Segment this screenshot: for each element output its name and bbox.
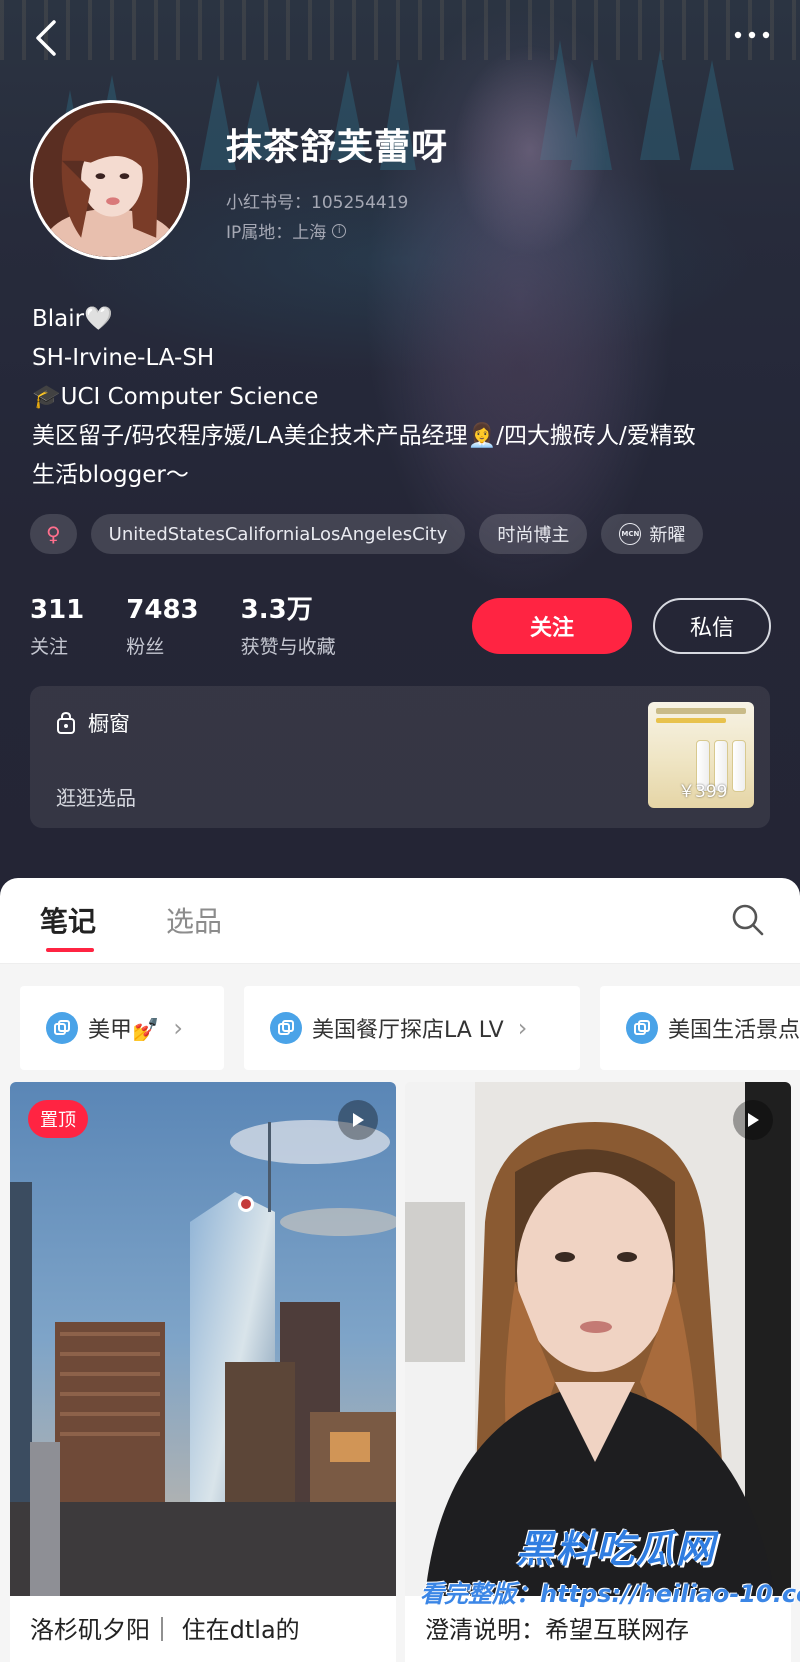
shopping-bag-icon	[57, 711, 75, 734]
active-tab-indicator	[46, 948, 94, 952]
search-icon	[732, 904, 764, 936]
ip-location-text: IP属地：上海	[226, 223, 327, 243]
category-tag[interactable]: 时尚博主	[479, 514, 588, 554]
stat-label: 关注	[30, 636, 69, 658]
note-card[interactable]: 澄清说明：希望互联网存	[405, 1082, 791, 1662]
collections-row: 美甲💅 › 美国餐厅探店LA LV › 美国生活景点	[0, 964, 800, 1082]
note-cover-image	[405, 1082, 791, 1596]
female-icon: ♀	[46, 522, 61, 546]
thumb-text	[656, 718, 726, 723]
mcn-tag-label: 新曜	[649, 525, 686, 546]
collection-label: 美国生活景点	[668, 1018, 800, 1043]
skyline-image	[10, 1082, 396, 1596]
search-button[interactable]	[730, 902, 766, 938]
tab-notes[interactable]: 笔记	[40, 900, 96, 940]
stat-value: 3.3万	[240, 595, 313, 625]
profile-stats: 311 关注 7483 粉丝 3.3万 获赞与收藏	[30, 594, 336, 659]
bio-line: SH-Irvine-LA-SH	[32, 345, 215, 371]
xhs-id: 小红书号：105254419	[226, 193, 409, 213]
stat-value: 311	[30, 595, 85, 625]
shop-window-card[interactable]: 橱窗 逛逛选品 ￥399	[30, 686, 770, 828]
stat-likes[interactable]: 3.3万 获赞与收藏	[241, 594, 336, 659]
content-tabs: 笔记 选品	[0, 878, 800, 964]
bio-line: 美区留子/码农程序媛/LA美企技术产品经理👩‍💼/四大搬砖人/爱精致	[32, 423, 696, 449]
chevron-right-icon: ›	[517, 1014, 528, 1042]
bio: Blair🤍 SH-Irvine-LA-SH 🎓UCI Computer Sci…	[32, 300, 772, 495]
username: 抹茶舒芙蕾呀	[226, 127, 449, 168]
note-card[interactable]: 置顶 洛杉矶夕阳｜ 住在dtla的	[10, 1082, 396, 1662]
notes-feed: 置顶 洛杉矶夕阳｜ 住在dtla的 澄清说明：希望互联网存	[0, 1082, 800, 1662]
portrait-image	[405, 1082, 791, 1596]
shop-subtitle: 逛逛选品	[56, 786, 136, 810]
bio-line: Blair🤍	[32, 306, 113, 332]
chevron-left-icon	[36, 20, 56, 56]
play-icon	[338, 1100, 378, 1140]
stat-following[interactable]: 311 关注	[30, 594, 84, 659]
shop-window-title: 橱窗	[56, 708, 130, 738]
collection-label: 美甲💅	[88, 1018, 160, 1043]
tab-select[interactable]: 选品	[166, 900, 222, 940]
mcn-tag[interactable]: MCN 新曜	[601, 514, 704, 554]
gender-tag: ♀	[30, 514, 77, 554]
note-cover-image	[10, 1082, 396, 1596]
product-bottle	[732, 740, 746, 792]
pinned-badge: 置顶	[28, 1100, 88, 1138]
follow-button[interactable]: 关注	[472, 598, 632, 654]
collection-item[interactable]: 美国餐厅探店LA LV ›	[244, 986, 580, 1070]
stat-value: 7483	[126, 595, 199, 625]
content-sheet: 笔记 选品 美甲💅 › 美国餐厅探店LA LV › 美国生活景点 置顶 洛杉矶夕…	[0, 878, 800, 1662]
avatar[interactable]	[30, 100, 190, 260]
location-tag-label: UnitedStatesCaliforniaLosAngelesCity	[108, 523, 448, 545]
bio-line: 🎓UCI Computer Science	[32, 384, 319, 410]
play-icon	[733, 1100, 773, 1140]
avatar-image	[33, 103, 187, 257]
product-price: ￥399	[678, 782, 728, 802]
bio-line: 生活blogger～	[32, 462, 189, 488]
note-title: 澄清说明：希望互联网存	[425, 1616, 689, 1644]
mcn-icon: MCN	[619, 523, 642, 545]
more-dots-icon	[734, 31, 770, 39]
category-tag-label: 时尚博主	[497, 525, 570, 546]
thumb-text	[656, 708, 746, 714]
note-title: 洛杉矶夕阳｜ 住在dtla的	[30, 1616, 300, 1644]
ip-location: IP属地：上海 i	[226, 218, 347, 243]
stat-followers[interactable]: 7483 粉丝	[126, 594, 198, 659]
collection-icon	[626, 1012, 658, 1044]
collection-label: 美国餐厅探店LA LV	[312, 1018, 504, 1043]
shop-title-text: 橱窗	[88, 712, 130, 736]
profile-tags: ♀ UnitedStatesCaliforniaLosAngelesCity 时…	[30, 514, 704, 554]
info-icon[interactable]: i	[332, 223, 347, 238]
collection-item[interactable]: 美甲💅 ›	[20, 986, 224, 1070]
message-button[interactable]: 私信	[653, 598, 771, 654]
collection-icon	[46, 1012, 78, 1044]
more-button[interactable]	[730, 20, 774, 50]
collection-icon	[270, 1012, 302, 1044]
back-button[interactable]	[28, 18, 64, 58]
stat-label: 粉丝	[126, 636, 165, 658]
chevron-right-icon: ›	[173, 1014, 184, 1042]
stat-label: 获赞与收藏	[240, 636, 336, 658]
location-tag[interactable]: UnitedStatesCaliforniaLosAngelesCity	[90, 514, 466, 554]
shop-product-thumbnail[interactable]: ￥399	[648, 702, 754, 808]
collection-item[interactable]: 美国生活景点	[600, 986, 800, 1070]
